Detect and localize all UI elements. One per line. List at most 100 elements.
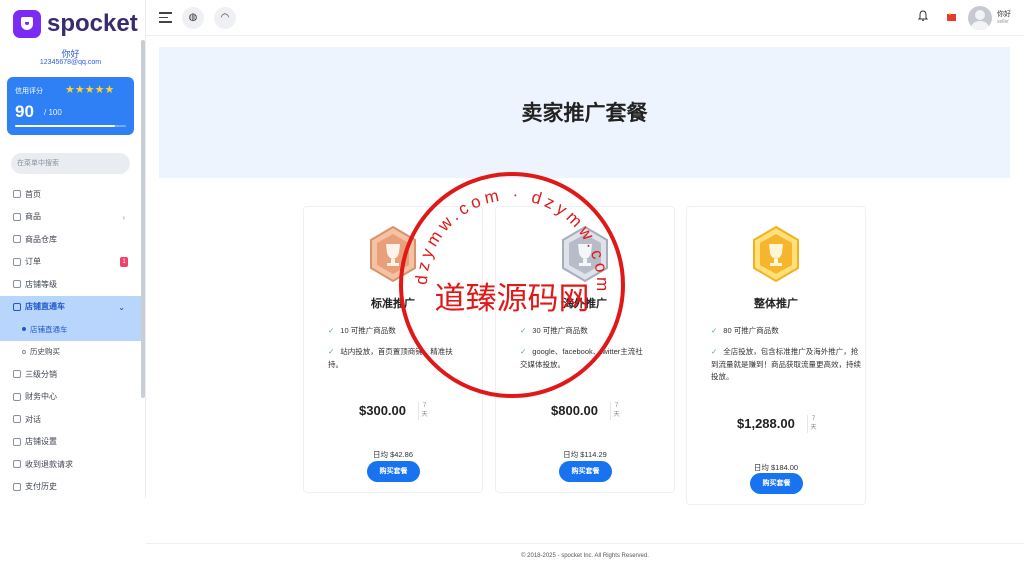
- sidebar-scrollbar[interactable]: [141, 40, 145, 398]
- footer-divider: [146, 543, 1024, 544]
- sidebar-item-distribution[interactable]: 三级分销: [0, 363, 141, 386]
- sidebar-item-warehouse[interactable]: 商品仓库: [0, 228, 141, 251]
- plan-card-standard: 标准推广 ✓ 10 可推广商品数 ✓ 站内投放，首页置顶商铺，精准扶持。 $300.…: [303, 206, 483, 493]
- check-icon: ✓: [328, 326, 335, 335]
- plan-feature: ✓ 80 可推广商品数: [711, 326, 779, 335]
- credit-progress-bar: [15, 125, 126, 127]
- sidebar-item-label: 商品: [25, 212, 41, 222]
- credit-progress-fill: [15, 125, 115, 127]
- sidebar-item-label: 店铺直通车: [25, 302, 65, 312]
- sidebar-item-label: 订单: [25, 257, 41, 267]
- plan-duration: 7天: [610, 402, 620, 420]
- buy-plan-button[interactable]: 购买套餐: [750, 473, 803, 494]
- orders-icon: [13, 257, 21, 266]
- brand-logo[interactable]: spocket: [13, 9, 138, 39]
- gold-trophy-icon: [753, 225, 799, 283]
- plan-duration: 7天: [807, 415, 817, 433]
- plan-daily-price: 日均 $184.00: [753, 463, 799, 472]
- headset-icon[interactable]: ◠: [214, 7, 236, 29]
- bag-icon: [13, 212, 21, 221]
- sidebar-item-store-level[interactable]: 店铺等级: [0, 273, 141, 296]
- plan-feature: ✓ 站内投放，首页置顶商铺，精准扶持。: [328, 347, 453, 369]
- check-icon: ✓: [520, 326, 527, 335]
- sidebar: spocket 你好 12345678@qq.com 信用评分 ★★★★★ 90…: [0, 0, 146, 498]
- plan-feature: ✓ google、facebook、twitter主流社交媒体投放。: [520, 347, 643, 369]
- users-icon: [13, 370, 21, 379]
- warehouse-icon: [13, 235, 21, 244]
- bullet-icon: [22, 349, 26, 354]
- user-role: seller: [997, 19, 1009, 25]
- cn-flag-icon[interactable]: [947, 11, 956, 21]
- chat-icon: [13, 415, 21, 424]
- plan-daily-price: 日均 $114.29: [563, 450, 607, 459]
- user-email: 12345678@qq.com: [39, 59, 102, 66]
- sidebar-item-label: 三级分销: [25, 369, 57, 379]
- plan-price: $300.00: [359, 403, 406, 418]
- plan-title: 整体推广: [754, 298, 798, 310]
- plan-feature: ✓ 全店投放，包含标准推广及海外推广，抢到流量就是赚到！商品获取流量更高效，持续投…: [711, 347, 861, 381]
- sidebar-menu: 首页 商品 › 商品仓库 订单 1 店铺等级 店铺直通车 ⌄ 店铺直通车 历史购买 三…: [0, 183, 141, 498]
- sidebar-item-label: 财务中心: [25, 392, 57, 402]
- gear-icon: [13, 437, 21, 446]
- plan-title: 标准推广: [371, 298, 415, 310]
- promotion-icon: [13, 302, 21, 311]
- avatar[interactable]: [968, 6, 992, 30]
- check-icon: ✓: [520, 347, 527, 356]
- sidebar-subitem-purchase-history[interactable]: 历史购买: [0, 341, 141, 364]
- wallet-icon: [13, 392, 21, 401]
- sidebar-item-chat[interactable]: 对话: [0, 408, 141, 431]
- sidebar-item-refund-requests[interactable]: 收到退款请求: [0, 453, 141, 476]
- plan-price: $800.00: [551, 403, 598, 418]
- credit-score: 90: [15, 102, 34, 121]
- credit-max: / 100: [44, 108, 62, 117]
- bronze-trophy-icon: [370, 225, 416, 283]
- sidebar-item-orders[interactable]: 订单 1: [0, 251, 141, 274]
- user-name[interactable]: 你好: [997, 9, 1011, 19]
- sidebar-item-products[interactable]: 商品 ›: [0, 206, 141, 229]
- sidebar-item-home[interactable]: 首页: [0, 183, 141, 206]
- check-icon: ✓: [711, 326, 718, 335]
- sidebar-item-label: 首页: [25, 189, 41, 199]
- sidebar-item-label: 收到退款请求: [25, 459, 73, 469]
- home-icon: [13, 190, 21, 199]
- footer-copyright: © 2018-2025 - spocket Inc. All Rights Re…: [521, 553, 649, 559]
- sidebar-item-label: 商品仓库: [25, 234, 57, 244]
- plan-duration: 7天: [418, 402, 428, 420]
- buy-plan-button[interactable]: 购买套餐: [367, 461, 420, 482]
- sidebar-item-label: 支付历史: [25, 482, 57, 492]
- sidebar-item-payment-history[interactable]: 支付历史: [0, 476, 141, 499]
- app-root: spocket 你好 12345678@qq.com 信用评分 ★★★★★ 90…: [0, 0, 1024, 571]
- globe-icon[interactable]: ◍: [182, 7, 204, 29]
- menu-search-input[interactable]: 在菜单中搜索: [11, 153, 130, 174]
- chevron-right-icon: ›: [122, 212, 125, 222]
- page-banner: 卖家推广套餐: [159, 47, 1010, 178]
- orders-count-badge: 1: [120, 256, 128, 267]
- sidebar-item-store-promotion[interactable]: 店铺直通车 ⌄: [0, 295, 141, 318]
- check-icon: ✓: [328, 347, 335, 356]
- silver-trophy-icon: [562, 225, 608, 283]
- sidebar-item-store-settings[interactable]: 店铺设置: [0, 431, 141, 454]
- credit-score-card: 信用评分 ★★★★★ 90 / 100: [7, 77, 134, 135]
- sidebar-subitem-store-promotion[interactable]: 店铺直通车: [0, 318, 141, 341]
- plan-feature: ✓ 10 可推广商品数: [328, 326, 396, 335]
- refund-icon: [13, 460, 21, 469]
- plan-feature: ✓ 30 可推广商品数: [520, 326, 588, 335]
- page-title: 卖家推广套餐: [521, 102, 648, 125]
- sidebar-item-label: 店铺设置: [25, 437, 57, 447]
- check-icon: ✓: [711, 347, 718, 356]
- plan-card-overall: 整体推广 ✓ 80 可推广商品数 ✓ 全店投放，包含标准推广及海外推广，抢到流量就是…: [686, 206, 866, 505]
- topbar: ◍ ◠ 你好 seller: [146, 0, 1024, 36]
- credit-label: 信用评分: [15, 88, 43, 95]
- sidebar-item-label: 历史购买: [30, 347, 60, 357]
- sidebar-item-finance[interactable]: 财务中心: [0, 386, 141, 409]
- menu-toggle-icon[interactable]: [159, 12, 172, 23]
- plan-daily-price: 日均 $42.86: [372, 450, 414, 459]
- plan-price: $1,288.00: [737, 416, 795, 431]
- level-icon: [13, 280, 21, 289]
- history-icon: [13, 482, 21, 491]
- bullet-icon: [22, 327, 26, 332]
- plan-title: 海外推广: [563, 298, 607, 310]
- buy-plan-button[interactable]: 购买套餐: [559, 461, 612, 482]
- plan-card-overseas: 海外推广 ✓ 30 可推广商品数 ✓ google、facebook、twitter…: [495, 206, 675, 493]
- bell-icon[interactable]: [917, 10, 929, 25]
